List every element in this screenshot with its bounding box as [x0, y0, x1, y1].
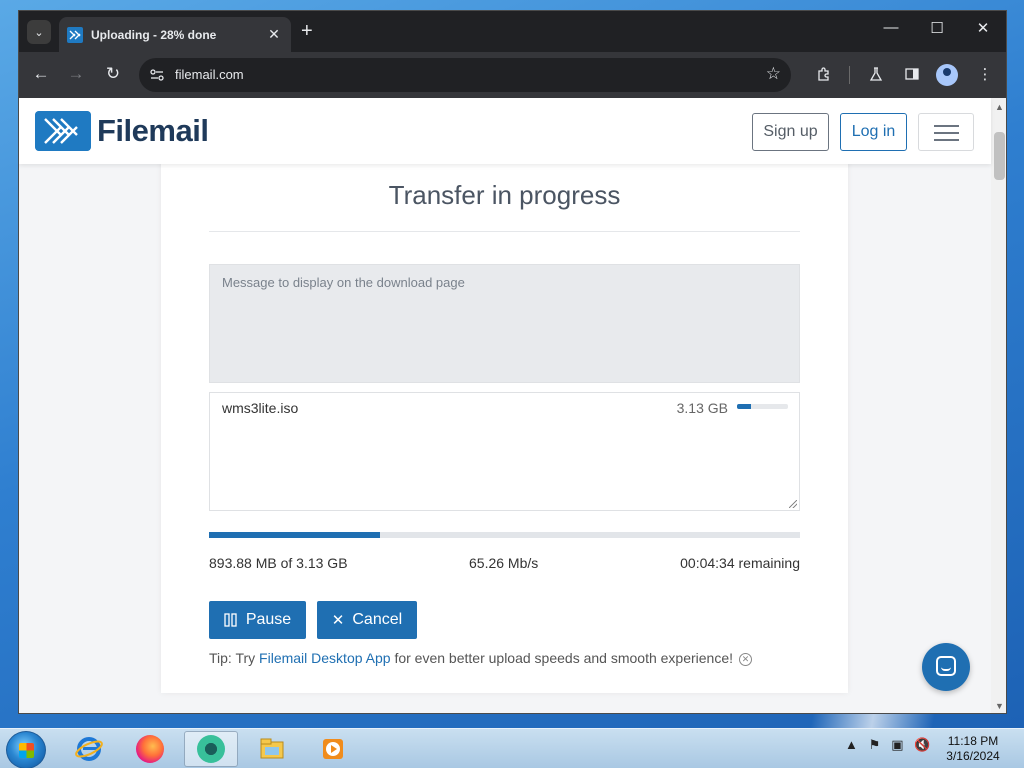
volume-muted-icon[interactable]: 🔇: [914, 737, 930, 752]
time-remaining: 00:04:34 remaining: [680, 555, 800, 571]
file-progress-bar: [737, 404, 788, 409]
filemail-logo-icon: [35, 111, 91, 151]
filemail-favicon: [67, 26, 83, 43]
page-title: Transfer in progress: [388, 180, 621, 210]
transfer-speed: 65.26 Mb/s: [469, 555, 539, 571]
file-list: wms3lite.iso 3.13 GB: [209, 392, 800, 511]
site-header: Filemail Sign up Log in: [19, 98, 991, 164]
taskbar-clock[interactable]: 11:18 PM 3/16/2024: [930, 734, 1016, 764]
cancel-icon: ✕: [331, 612, 345, 629]
labs-icon[interactable]: [865, 63, 887, 85]
network-icon[interactable]: ▣: [891, 737, 903, 752]
resize-handle[interactable]: [789, 500, 797, 508]
tip-prefix: Tip: Try: [209, 650, 260, 666]
pause-label: Pause: [245, 611, 292, 628]
login-button[interactable]: Log in: [840, 113, 907, 151]
filemail-logo[interactable]: Filemail: [35, 111, 209, 151]
clock-date: 3/16/2024: [946, 749, 1000, 763]
scroll-thumb[interactable]: [994, 132, 1005, 180]
cancel-label: Cancel: [352, 611, 403, 628]
extensions-icon[interactable]: [813, 63, 835, 85]
action-center-flag-icon[interactable]: ⚑: [869, 737, 881, 752]
file-size: 3.13 GB: [676, 400, 728, 416]
internet-explorer-icon[interactable]: [62, 731, 116, 767]
file-name: wms3lite.iso: [222, 400, 299, 416]
minimize-button[interactable]: —: [868, 19, 914, 36]
url-text: filemail.com: [175, 67, 244, 82]
reload-icon[interactable]: ↻: [101, 64, 125, 84]
address-bar[interactable]: filemail.com ☆: [139, 58, 791, 92]
tab-active[interactable]: Uploading - 28% done ✕: [59, 17, 291, 52]
pause-button[interactable]: Pause: [209, 601, 306, 639]
page-viewport: Filemail Sign up Log in Transfer in prog…: [19, 98, 1006, 713]
file-explorer-icon[interactable]: [245, 731, 299, 767]
star-icon[interactable]: ☆: [766, 64, 781, 84]
pause-icon: [224, 613, 237, 627]
overall-progress-bar: [209, 532, 800, 538]
back-icon[interactable]: ←: [29, 64, 53, 84]
overall-progress-fill: [209, 532, 381, 538]
site-settings-icon[interactable]: [149, 67, 165, 83]
profile-icon[interactable]: [936, 64, 958, 86]
taskbar: ▲ ⚑ ▣ 🔇 11:18 PM 3/16/2024: [0, 728, 1024, 768]
start-button[interactable]: [6, 731, 46, 768]
scroll-down-icon[interactable]: ▼: [995, 701, 1004, 711]
browser-window: ⌄ Uploading - 28% done ✕ + — ☐ ✕ ← → ↻ f…: [18, 10, 1007, 714]
transfer-stats: 893.88 MB of 3.13 GB 65.26 Mb/s 00:04:34…: [209, 555, 800, 573]
new-tab-button[interactable]: +: [301, 21, 313, 41]
scroll-up-icon[interactable]: ▲: [995, 102, 1004, 112]
browser-toolbar: ← → ↻ filemail.com ☆ ⋮: [19, 52, 1006, 98]
tab-strip: ⌄ Uploading - 28% done ✕ + — ☐ ✕: [19, 11, 1006, 52]
show-hidden-icons-icon[interactable]: ▲: [845, 737, 858, 752]
tab-title: Uploading - 28% done: [91, 27, 217, 42]
transferred-amount: 893.88 MB of 3.13 GB: [209, 555, 348, 571]
message-textarea[interactable]: Message to display on the download page: [209, 264, 800, 383]
clock-time: 11:18 PM: [947, 734, 999, 748]
side-panel-icon[interactable]: [901, 63, 923, 85]
more-icon[interactable]: ⋮: [974, 63, 996, 85]
tab-close-icon[interactable]: ✕: [265, 26, 283, 43]
hamburger-menu-icon[interactable]: [918, 113, 974, 151]
media-player-icon[interactable]: [306, 731, 360, 767]
file-progress-fill: [737, 404, 752, 409]
logo-text: Filemail: [97, 113, 209, 148]
chat-support-icon[interactable]: [922, 643, 970, 691]
transfer-card: Transfer in progress Message to display …: [161, 148, 848, 693]
tip-suffix: for even better upload speeds and smooth…: [390, 650, 734, 666]
system-tray: ▲ ⚑ ▣ 🔇: [845, 737, 931, 753]
firefox-icon[interactable]: [123, 731, 177, 767]
chrome-taskbar-icon[interactable]: [184, 731, 238, 767]
dismiss-tip-icon[interactable]: ✕: [739, 653, 753, 666]
maximize-button[interactable]: ☐: [914, 19, 960, 37]
file-row: wms3lite.iso 3.13 GB: [222, 400, 788, 418]
page-scrollbar[interactable]: ▲ ▼: [991, 98, 1006, 713]
divider: [209, 231, 800, 232]
tab-search-icon[interactable]: ⌄: [27, 20, 51, 44]
desktop-app-link[interactable]: Filemail Desktop App: [259, 650, 391, 666]
tip-text: Tip: Try Filemail Desktop App for even b…: [209, 650, 753, 666]
close-window-button[interactable]: ✕: [960, 19, 1006, 37]
signup-button[interactable]: Sign up: [752, 113, 829, 151]
windows-logo-icon: [19, 743, 34, 758]
toolbar-separator: [849, 66, 850, 84]
cancel-button[interactable]: ✕ Cancel: [317, 601, 417, 639]
forward-icon[interactable]: →: [64, 64, 88, 84]
